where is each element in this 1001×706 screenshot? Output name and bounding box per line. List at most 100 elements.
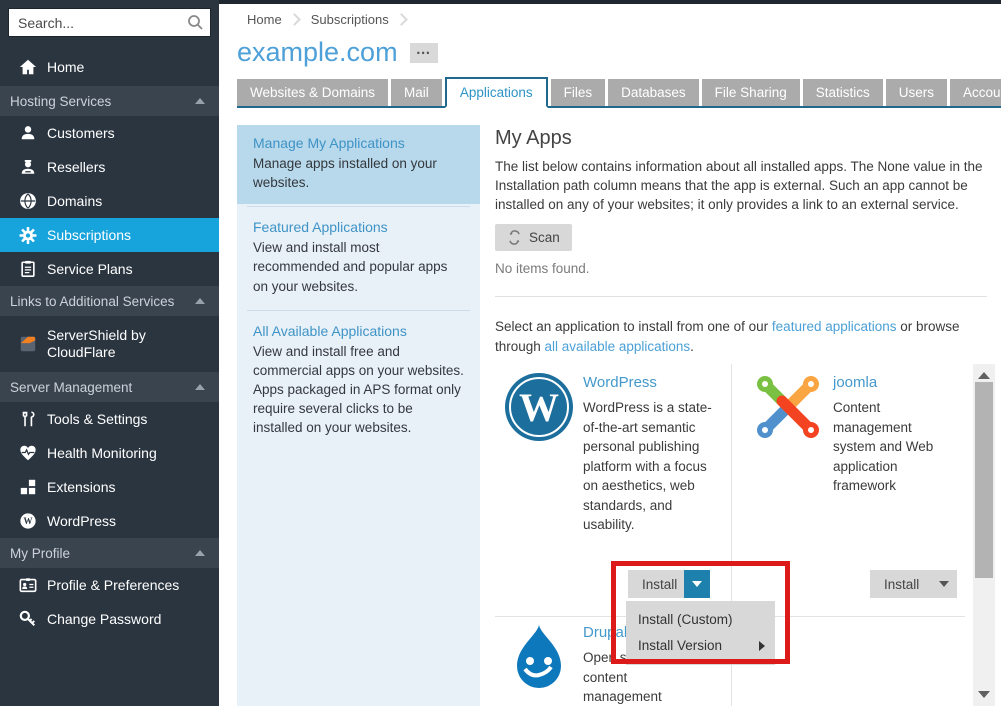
subnav-item-desc: Manage apps installed on your websites. xyxy=(253,154,464,192)
sidebar-item-label: Change Password xyxy=(47,611,161,627)
sidebar-item-label: Home xyxy=(47,59,84,75)
select-application-text: Select an application to install from on… xyxy=(495,317,1000,356)
subnav-item-title: Featured Applications xyxy=(253,219,464,235)
sidebar-item-label: Health Monitoring xyxy=(47,445,157,461)
tab-users[interactable]: Users xyxy=(886,79,947,106)
install-dropdown-toggle-wordpress[interactable] xyxy=(684,570,710,598)
sidebar-item-profile-preferences[interactable]: Profile & Preferences xyxy=(0,568,219,602)
sidebar-section-my-profile[interactable]: My Profile xyxy=(0,538,219,568)
collapse-arrow-icon xyxy=(195,98,205,104)
menu-item-install-custom[interactable]: Install (Custom) xyxy=(626,607,775,633)
submenu-arrow-icon xyxy=(759,641,765,651)
section-label: My Profile xyxy=(10,546,70,561)
chevron-right-icon xyxy=(395,13,408,26)
extensions-icon xyxy=(19,478,37,496)
menu-item-install-version[interactable]: Install Version xyxy=(626,633,775,659)
scroll-down-icon[interactable] xyxy=(978,691,990,698)
sidebar-item-service-plans[interactable]: Service Plans xyxy=(0,252,219,286)
service-plans-icon xyxy=(19,260,37,278)
breadcrumb-current[interactable]: Subscriptions xyxy=(311,12,389,27)
tab-account[interactable]: Account xyxy=(950,79,1001,106)
sidebar-item-home[interactable]: Home xyxy=(0,48,219,86)
app-desc-joomla: Content management system and Web applic… xyxy=(833,398,958,496)
caret-down-icon xyxy=(939,581,949,587)
scrollbar-thumb[interactable] xyxy=(975,382,993,578)
caret-down-icon xyxy=(692,581,702,587)
applications-subnav: Manage My Applications Manage apps insta… xyxy=(237,125,480,706)
breadcrumb: Home Subscriptions xyxy=(247,12,418,27)
sidebar-item-tools-settings[interactable]: Tools & Settings xyxy=(0,402,219,436)
tab-bar: Websites & Domains Mail Applications Fil… xyxy=(237,77,1001,108)
wordpress-logo: W xyxy=(503,371,575,443)
featured-applications-link[interactable]: featured applications xyxy=(772,319,897,334)
section-label: Hosting Services xyxy=(10,94,111,109)
app-title-joomla[interactable]: joomla xyxy=(833,374,877,391)
sidebar-item-label: Subscriptions xyxy=(47,227,131,243)
sidebar-section-links-additional[interactable]: Links to Additional Services xyxy=(0,286,219,316)
install-dropdown-toggle-joomla[interactable] xyxy=(931,570,957,598)
sidebar-item-label: WordPress xyxy=(47,513,116,529)
sidebar-item-health-monitoring[interactable]: Health Monitoring xyxy=(0,436,219,470)
sidebar-item-change-password[interactable]: Change Password xyxy=(0,602,219,636)
scan-button-label: Scan xyxy=(529,230,560,245)
install-button-joomla[interactable]: Install xyxy=(870,570,933,598)
collapse-arrow-icon xyxy=(195,550,205,556)
sidebar-item-label: Extensions xyxy=(47,479,115,495)
scroll-up-icon[interactable] xyxy=(978,372,990,379)
sidebar-item-label: Tools & Settings xyxy=(47,411,147,427)
sidebar-item-resellers[interactable]: Resellers xyxy=(0,150,219,184)
tab-websites-domains[interactable]: Websites & Domains xyxy=(237,79,388,106)
divider xyxy=(247,310,470,311)
sidebar-section-hosting-services[interactable]: Hosting Services xyxy=(0,86,219,116)
subnav-item-desc: View and install most recommended and po… xyxy=(253,238,464,295)
select-text-part: Select an application to install from on… xyxy=(495,319,772,334)
more-actions-button[interactable]: … xyxy=(410,43,438,63)
sidebar-item-extensions[interactable]: Extensions xyxy=(0,470,219,504)
svg-text:W: W xyxy=(519,385,559,430)
sidebar-item-domains[interactable]: Domains xyxy=(0,184,219,218)
plesk-panel: Home Hosting Services Customers Reseller… xyxy=(0,0,1001,706)
all-available-applications-link[interactable]: all available applications xyxy=(545,339,691,354)
sidebar-section-server-management[interactable]: Server Management xyxy=(0,372,219,402)
breadcrumb-home[interactable]: Home xyxy=(247,12,282,27)
section-label: Server Management xyxy=(10,380,132,395)
chevron-right-icon xyxy=(288,13,301,26)
tab-file-sharing[interactable]: File Sharing xyxy=(702,79,800,106)
gear-icon xyxy=(19,226,37,244)
intro-text: The list below contains information abou… xyxy=(495,157,992,214)
subnav-item-title: Manage My Applications xyxy=(253,135,464,151)
tab-mail[interactable]: Mail xyxy=(391,79,442,106)
collapse-arrow-icon xyxy=(195,298,205,304)
install-button-wordpress[interactable]: Install xyxy=(628,570,691,598)
tab-files[interactable]: Files xyxy=(551,79,606,106)
tab-statistics[interactable]: Statistics xyxy=(803,79,883,106)
search-input[interactable] xyxy=(8,8,211,37)
sidebar-item-wordpress[interactable]: W WordPress xyxy=(0,504,219,538)
sidebar-item-label: Resellers xyxy=(47,159,105,175)
tab-applications[interactable]: Applications xyxy=(445,77,548,108)
servershield-icon xyxy=(19,335,37,353)
scan-icon xyxy=(507,230,522,245)
subnav-all-available-applications[interactable]: All Available Applications View and inst… xyxy=(237,313,480,450)
id-card-icon xyxy=(19,576,37,594)
drupal-logo xyxy=(503,621,575,693)
app-title-wordpress[interactable]: WordPress xyxy=(583,374,657,391)
install-dropdown-menu: Install (Custom) Install Version xyxy=(626,601,775,665)
sidebar-item-servershield[interactable]: ServerShield by CloudFlare xyxy=(0,316,219,372)
subnav-featured-applications[interactable]: Featured Applications View and install m… xyxy=(237,209,480,307)
sidebar-item-customers[interactable]: Customers xyxy=(0,116,219,150)
customers-icon xyxy=(19,124,37,142)
sidebar-item-subscriptions[interactable]: Subscriptions xyxy=(0,218,219,252)
sidebar-item-label: Customers xyxy=(47,125,115,141)
divider xyxy=(247,206,470,207)
key-icon xyxy=(19,610,37,628)
scan-button[interactable]: Scan xyxy=(495,224,572,251)
app-list-scrollbar[interactable] xyxy=(973,364,995,706)
subnav-manage-my-applications[interactable]: Manage My Applications Manage apps insta… xyxy=(237,125,480,204)
search-icon[interactable] xyxy=(187,14,204,36)
top-strip xyxy=(219,0,1001,4)
tab-databases[interactable]: Databases xyxy=(608,79,699,106)
joomla-logo xyxy=(752,371,824,443)
app-title-drupal[interactable]: Drupal xyxy=(583,624,627,641)
page-heading: My Apps xyxy=(495,127,572,150)
